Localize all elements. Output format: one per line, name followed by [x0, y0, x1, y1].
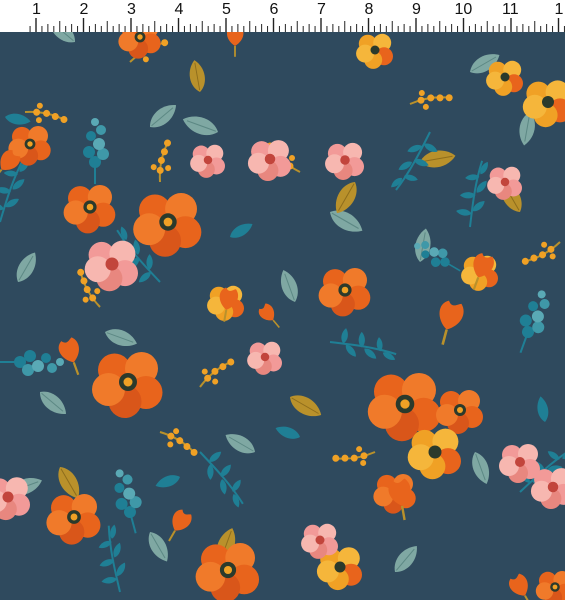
ruler-number: 10 — [454, 1, 473, 18]
ruler-number: 3 — [127, 1, 136, 18]
ruler-number: 1 — [32, 1, 41, 18]
ruler-number: 9 — [412, 1, 421, 18]
ruler-number: 6 — [269, 1, 279, 18]
ruler-number: 5 — [222, 1, 231, 18]
ruler-number: 2 — [79, 1, 89, 18]
ruler-number: 8 — [364, 1, 374, 18]
floral-pattern — [0, 32, 565, 600]
ruler-number: 11 — [502, 1, 519, 18]
fabric-swatch: 1 2 3 4 5 6 7 8 9 10 11 1 — [0, 0, 565, 600]
ruler-number: 7 — [317, 1, 326, 18]
ruler-number: 4 — [174, 1, 184, 18]
ruler-number: 1 — [554, 1, 564, 18]
measuring-ruler: 1 2 3 4 5 6 7 8 9 10 11 1 — [0, 0, 565, 32]
